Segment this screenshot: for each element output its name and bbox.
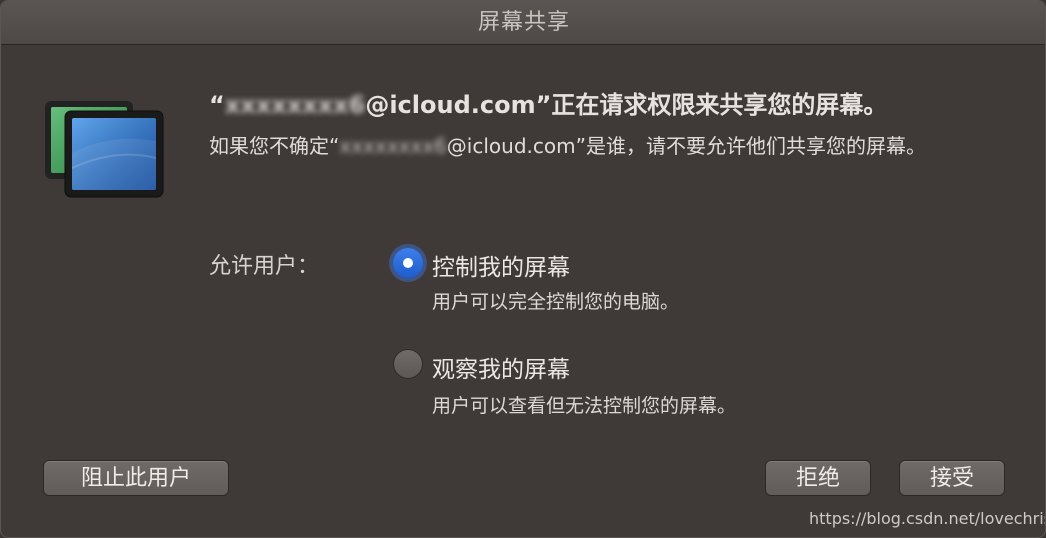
control-screen-label[interactable]: 控制我的屏幕 [432, 248, 570, 282]
observe-screen-label[interactable]: 观察我的屏幕 [432, 350, 570, 384]
allow-user-label: 允许用户： [209, 254, 320, 279]
window-title: 屏幕共享 [477, 10, 570, 35]
observe-screen-description: 用户可以查看但无法控制您的屏幕。 [432, 395, 737, 417]
headline-rest: ”正在请求权限来共享您的屏幕。 [535, 91, 888, 119]
email-domain: @icloud.com [365, 91, 536, 119]
decline-button[interactable]: 拒绝 [765, 460, 871, 496]
quote-open: “ [209, 91, 225, 119]
screen-sharing-icon [41, 93, 167, 201]
radio-dot [403, 258, 413, 268]
accept-button[interactable]: 接受 [899, 460, 1005, 496]
desc-prefix: 如果您不确定“ [209, 134, 340, 158]
watermark-url: https://blog.csdn.net/lovechris00 [809, 509, 1045, 528]
block-user-button[interactable]: 阻止此用户 [43, 460, 229, 496]
control-screen-description: 用户可以完全控制您的电脑。 [432, 291, 680, 313]
email-domain: @icloud.com [446, 134, 576, 158]
desc-rest: ”是谁，请不要允许他们共享您的屏幕。 [575, 134, 926, 158]
title-bar: 屏幕共享 [1, 1, 1045, 45]
control-screen-radio[interactable] [393, 248, 423, 278]
screen-sharing-dialog: 屏幕共享 “xxxxxxxx6@icloud.com”正在请求权限来共享您的屏幕… [0, 0, 1046, 538]
redacted-email: xxxxxxxx6 [339, 134, 447, 158]
redacted-email: xxxxxxxx6 [224, 91, 366, 119]
observe-screen-radio[interactable] [393, 349, 423, 379]
request-description: 如果您不确定“xxxxxxxx6@icloud.com”是谁，请不要允许他们共享… [209, 132, 989, 161]
request-headline: “xxxxxxxx6@icloud.com”正在请求权限来共享您的屏幕。 [209, 85, 887, 120]
